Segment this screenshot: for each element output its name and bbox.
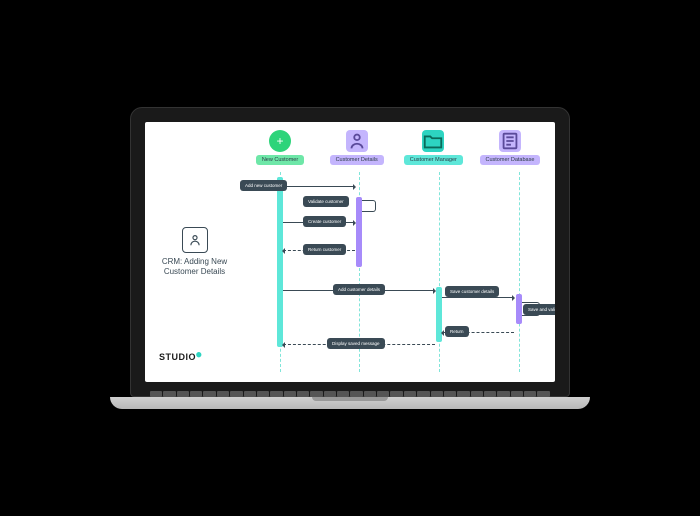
person-icon <box>346 130 368 152</box>
lifeline <box>439 172 440 372</box>
diagram-title-block: CRM: Adding New Customer Details <box>157 227 232 276</box>
folder-icon <box>422 130 444 152</box>
diagram-canvas: + New Customer Customer Details Customer… <box>145 122 555 382</box>
swimlane-header-row: + New Customer Customer Details Customer… <box>245 130 545 165</box>
message-label: Return customer <box>303 244 346 255</box>
lane-label: Customer Details <box>330 155 384 165</box>
list-icon <box>499 130 521 152</box>
lane-customer-database: Customer Database <box>475 130 545 165</box>
lane-new-customer: + New Customer <box>245 130 315 165</box>
message-label: Display saved message <box>327 338 385 349</box>
screen-bezel: + New Customer Customer Details Customer… <box>130 107 570 397</box>
lane-label: Customer Database <box>480 155 541 165</box>
message-arrow <box>283 186 355 187</box>
person-card-icon <box>182 227 208 253</box>
self-message-arrow <box>362 200 376 212</box>
plus-icon: + <box>269 130 291 152</box>
lane-customer-manager: Customer Manager <box>398 130 468 165</box>
activation-bar <box>277 177 283 347</box>
lane-label: Customer Manager <box>404 155 463 165</box>
message-label: Return <box>445 326 469 337</box>
brand-logo: STUDIO⬤ <box>159 352 202 362</box>
message-label: Save and validate <box>523 304 555 315</box>
message-label: Add new customer <box>240 180 287 191</box>
lifeline <box>519 172 520 372</box>
lane-customer-details: Customer Details <box>322 130 392 165</box>
lane-label: New Customer <box>256 155 304 165</box>
message-label: Save customer details <box>445 286 499 297</box>
keyboard-row <box>150 391 550 397</box>
message-arrow <box>442 297 514 298</box>
diagram-title: CRM: Adding New Customer Details <box>157 257 232 276</box>
laptop-base <box>110 397 590 409</box>
message-label: Add customer details <box>333 284 385 295</box>
laptop-mockup: + New Customer Customer Details Customer… <box>130 107 570 409</box>
message-label: Validate customer <box>303 196 349 207</box>
message-label: Create customer <box>303 216 346 227</box>
